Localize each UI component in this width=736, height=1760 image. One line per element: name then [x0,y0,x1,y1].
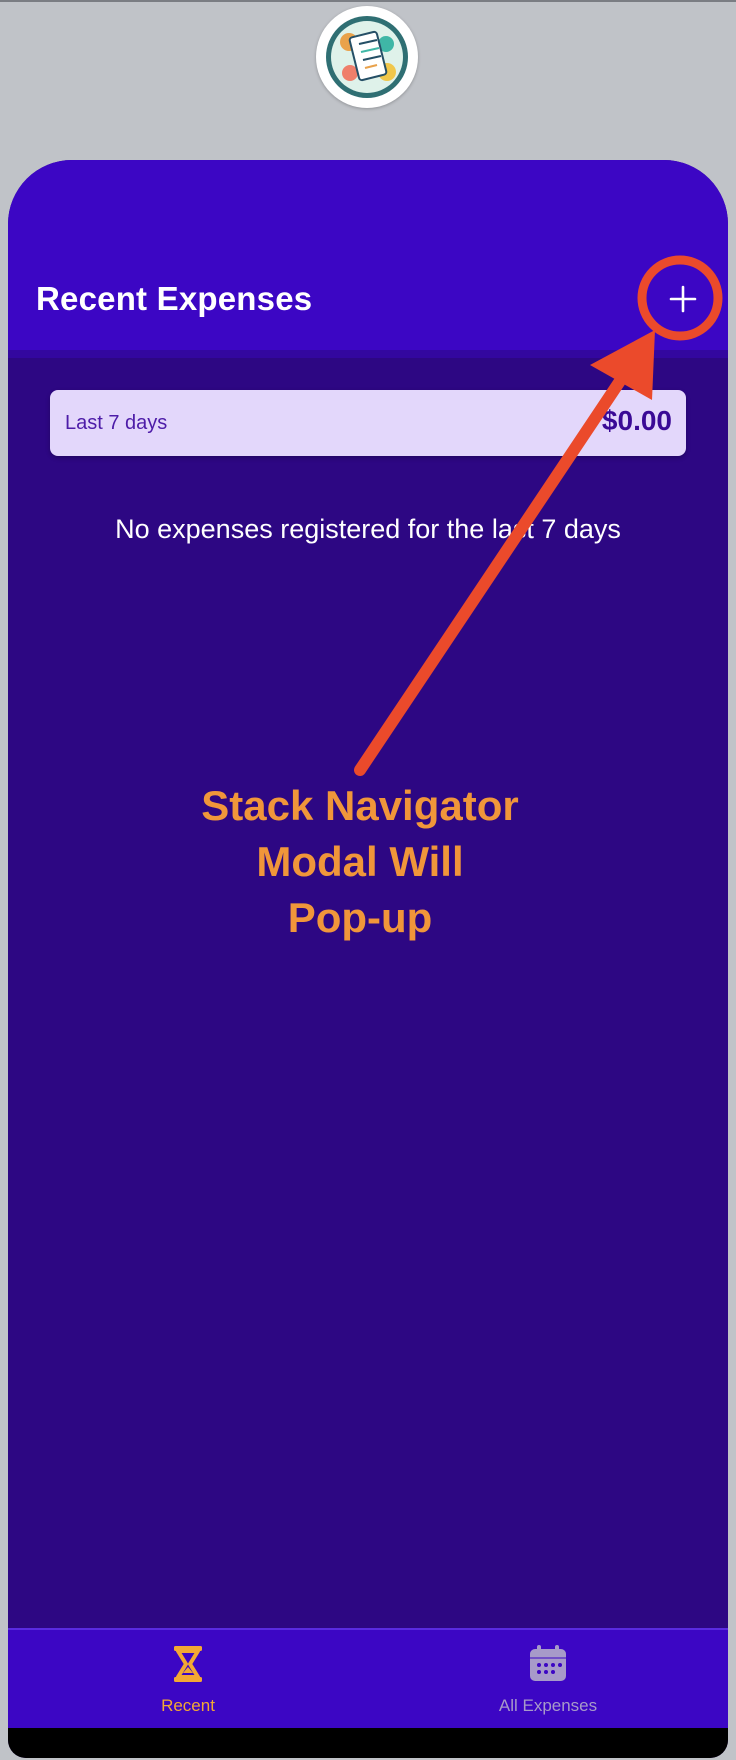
plus-icon [669,285,697,313]
page-title: Recent Expenses [36,280,313,317]
tab-recent-label: Recent [161,1696,215,1715]
tab-all-expenses[interactable]: All Expenses [368,1630,728,1728]
header-divider [8,350,728,358]
summary-period-label: Last 7 days [65,412,168,434]
app-header: Recent Expenses [8,160,728,350]
bottom-tab-bar: Recent All Expenses [8,1628,728,1728]
top-border [0,0,736,2]
app-logo [316,6,418,108]
expenses-summary-card: Last 7 days $0.00 [50,390,686,456]
tab-all-expenses-label: All Expenses [498,1696,598,1715]
receipt-logo-icon [326,16,408,98]
system-bottom-bar [8,1728,728,1758]
tab-recent[interactable]: Recent [8,1630,368,1728]
summary-total: $0.00 [601,405,672,436]
hourglass-icon [174,1646,202,1682]
empty-state-text: No expenses registered for the last 7 da… [115,514,621,544]
calendar-icon [530,1645,566,1681]
app-screen: Recent Expenses Last 7 days $0.00 No exp… [8,160,728,1758]
add-expense-button[interactable] [648,264,718,334]
